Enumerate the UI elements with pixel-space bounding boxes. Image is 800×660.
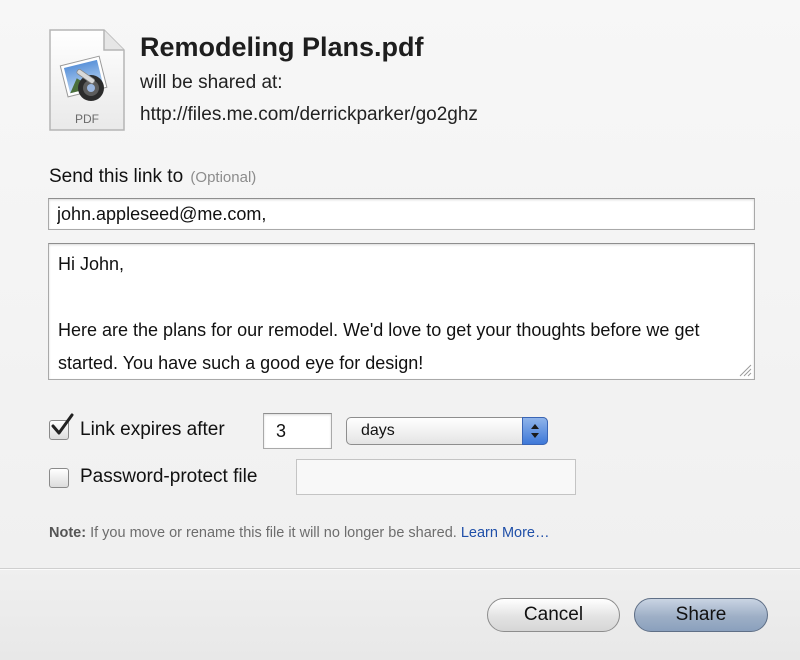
email-recipients-input[interactable] [48, 198, 755, 230]
message-textarea[interactable]: Hi John, Here are the plans for our remo… [48, 243, 755, 380]
note-prefix: Note: [49, 525, 87, 541]
share-button[interactable]: Share [634, 598, 768, 632]
cancel-button[interactable]: Cancel [487, 598, 620, 632]
expires-amount-input[interactable] [263, 413, 332, 449]
send-link-label: Send this link to (Optional) [49, 166, 256, 188]
checkmark-icon [51, 413, 74, 435]
share-url: http://files.me.com/derrickparker/go2ghz [140, 104, 478, 125]
resize-grip-icon[interactable] [738, 363, 752, 377]
link-expires-label[interactable]: Link expires after [80, 419, 225, 441]
file-name-title: Remodeling Plans.pdf [140, 32, 424, 62]
optional-hint: (Optional) [190, 169, 257, 186]
password-input[interactable] [296, 459, 576, 495]
send-link-label-text: Send this link to [49, 166, 184, 187]
expires-unit-value: days [361, 422, 395, 439]
learn-more-link[interactable]: Learn More… [461, 525, 550, 541]
shared-at-text: will be shared at: [140, 72, 283, 93]
password-protect-checkbox[interactable] [49, 468, 69, 488]
footer-divider [0, 568, 800, 570]
pdf-document-icon: PDF [49, 29, 125, 131]
share-file-sheet: PDF Remodeling Plans.pdf will be shared … [0, 0, 800, 660]
expires-unit-select[interactable]: days [346, 417, 548, 445]
password-protect-label[interactable]: Password-protect file [80, 466, 257, 488]
note-body: If you move or rename this file it will … [86, 525, 461, 541]
pdf-icon-label: PDF [75, 112, 99, 126]
note-text: Note: If you move or rename this file it… [49, 525, 549, 541]
select-stepper-icon [522, 417, 548, 445]
